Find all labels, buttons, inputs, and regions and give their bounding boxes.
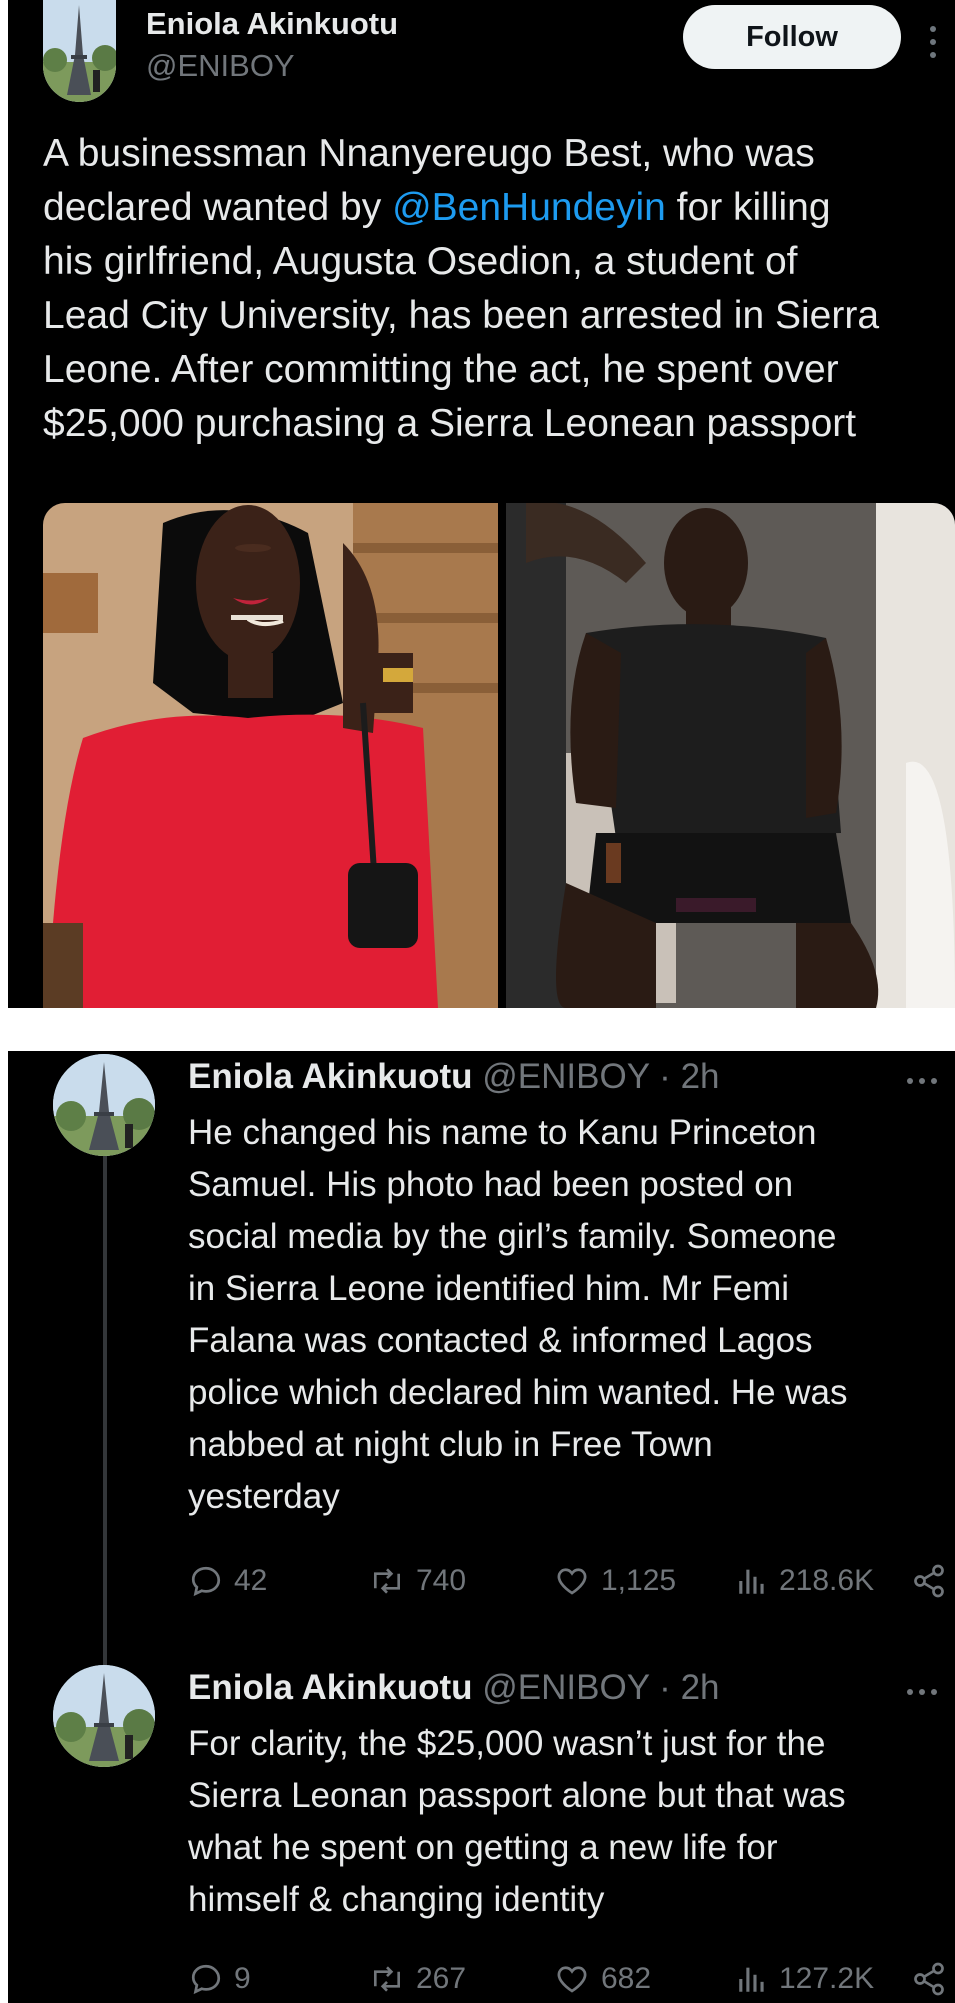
reply-action[interactable]: 42 [188, 1563, 267, 1599]
share-action[interactable] [910, 1961, 948, 1997]
thread-connector-line [103, 1156, 107, 1708]
reply-thread: Eniola Akinkuotu @ENIBOY · 2h He changed… [8, 1051, 955, 2003]
author-name[interactable]: Eniola Akinkuotu [146, 6, 398, 42]
view-count: 127.2K [779, 1962, 875, 1995]
tweet-line: $25,000 purchasing a Sierra Leonean pass… [43, 402, 857, 445]
mention-link[interactable]: @BenHundeyin [392, 186, 666, 229]
reply-action[interactable]: 9 [188, 1961, 251, 1997]
author-handle[interactable]: @ENIBOY [482, 1057, 649, 1096]
author-name[interactable]: Eniola Akinkuotu [188, 1057, 473, 1096]
tweet-line: Lead City University, has been arrested … [43, 294, 880, 337]
reply-count: 9 [234, 1962, 251, 1995]
views-icon [739, 1967, 764, 1992]
main-tweet: Eniola Akinkuotu @ENIBOY Follow A busine… [8, 0, 955, 1008]
reply-icon [191, 1964, 221, 1995]
reply-count: 42 [234, 1564, 268, 1597]
views-action[interactable]: 218.6K [735, 1563, 874, 1599]
reply-text: He changed his name to Kanu Princeton Sa… [188, 1113, 848, 1516]
woman-in-red-dress-photo[interactable] [43, 503, 498, 1008]
more-options-icon[interactable] [907, 1689, 937, 1695]
more-options-icon[interactable] [930, 26, 936, 58]
repost-action[interactable]: 740 [368, 1563, 466, 1599]
author-avatar[interactable] [53, 1054, 155, 1156]
like-action[interactable]: 1,125 [553, 1563, 676, 1599]
tweet-line: his girlfriend, Augusta Osedion, a stude… [43, 240, 798, 283]
meta-separator: · [659, 1668, 671, 1707]
more-options-icon[interactable] [907, 1078, 937, 1084]
repost-count: 267 [416, 1962, 467, 1995]
author-handle[interactable]: @ENIBOY [482, 1668, 649, 1707]
like-count: 1,125 [601, 1564, 677, 1597]
share-icon [914, 1962, 944, 1996]
action-bar: 42 740 1,125 218.6K [188, 1558, 948, 1608]
tweet-line: Leone. After committing the act, he spen… [43, 348, 839, 391]
follow-button[interactable]: Follow [683, 5, 901, 69]
tweet-line: declared wanted by @BenHundeyin for kill… [43, 186, 831, 229]
heart-icon [557, 1568, 587, 1595]
author-avatar[interactable] [53, 1665, 155, 1767]
author-name[interactable]: Eniola Akinkuotu [188, 1668, 473, 1707]
tweet-text: A businessman Nnanyereugo Best, who was … [43, 127, 879, 451]
author-avatar[interactable] [43, 0, 116, 102]
repost-icon [373, 1568, 401, 1594]
reply-header: Eniola Akinkuotu @ENIBOY · 2h [188, 1057, 720, 1097]
repost-count: 740 [416, 1564, 467, 1597]
action-bar: 9 267 682 127.2K [188, 1956, 948, 2003]
repost-icon [373, 1966, 401, 1992]
share-icon [914, 1564, 944, 1598]
share-action[interactable] [910, 1563, 948, 1599]
repost-action[interactable]: 267 [368, 1961, 466, 1997]
heart-icon [557, 1966, 587, 1993]
like-action[interactable]: 682 [553, 1961, 651, 1997]
like-count: 682 [601, 1962, 652, 1995]
author-handle[interactable]: @ENIBOY [146, 48, 295, 84]
handcuffed-man-photo[interactable] [506, 503, 955, 1008]
timestamp[interactable]: 2h [681, 1668, 720, 1707]
tweet-line: A businessman Nnanyereugo Best, who was [43, 132, 815, 175]
views-action[interactable]: 127.2K [735, 1961, 874, 1997]
reply-icon [191, 1566, 221, 1597]
views-icon [739, 1569, 764, 1594]
timestamp[interactable]: 2h [681, 1057, 720, 1096]
reply-header: Eniola Akinkuotu @ENIBOY · 2h [188, 1668, 720, 1708]
meta-separator: · [659, 1057, 671, 1096]
view-count: 218.6K [779, 1564, 875, 1597]
reply-text: For clarity, the $25,000 wasn’t just for… [188, 1724, 846, 1919]
